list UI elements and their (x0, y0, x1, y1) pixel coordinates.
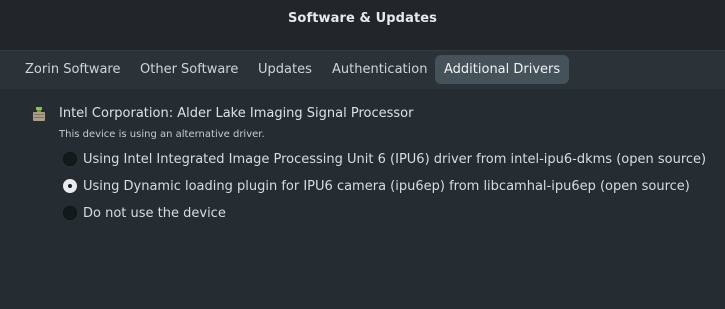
driver-option-label: Using Intel Integrated Image Processing … (83, 151, 707, 167)
title-bar[interactable]: Software & Updates (0, 0, 725, 40)
driver-option-do-not-use[interactable]: Do not use the device (63, 204, 226, 222)
device-driver-note: This device is using an alternative driv… (59, 129, 265, 140)
software-updates-window: Software & Updates Zorin Software Other … (0, 0, 725, 309)
window-title: Software & Updates (287, 11, 438, 26)
driver-option-intel-ipu6-dkms[interactable]: Using Intel Integrated Image Processing … (63, 150, 706, 168)
device-name: Intel Corporation: Alder Lake Imaging Si… (59, 106, 414, 121)
tab-other-software[interactable]: Other Software (131, 55, 247, 84)
tab-authentication[interactable]: Authentication (323, 55, 436, 84)
chip-device-icon (33, 107, 45, 121)
radio-button-selected[interactable] (63, 179, 77, 193)
driver-option-label: Do not use the device (83, 205, 226, 221)
driver-option-label: Using Dynamic loading plugin for IPU6 ca… (83, 178, 690, 194)
tab-zorin-software[interactable]: Zorin Software (16, 55, 130, 84)
tab-additional-drivers[interactable]: Additional Drivers (435, 55, 570, 84)
driver-option-libcamhal-ipu6ep[interactable]: Using Dynamic loading plugin for IPU6 ca… (63, 177, 690, 195)
additional-drivers-panel: Intel Corporation: Alder Lake Imaging Si… (0, 89, 725, 309)
radio-button[interactable] (63, 152, 77, 166)
tab-bar: Zorin Software Other Software Updates Au… (0, 50, 725, 89)
radio-button[interactable] (63, 206, 77, 220)
tab-updates[interactable]: Updates (249, 55, 321, 84)
